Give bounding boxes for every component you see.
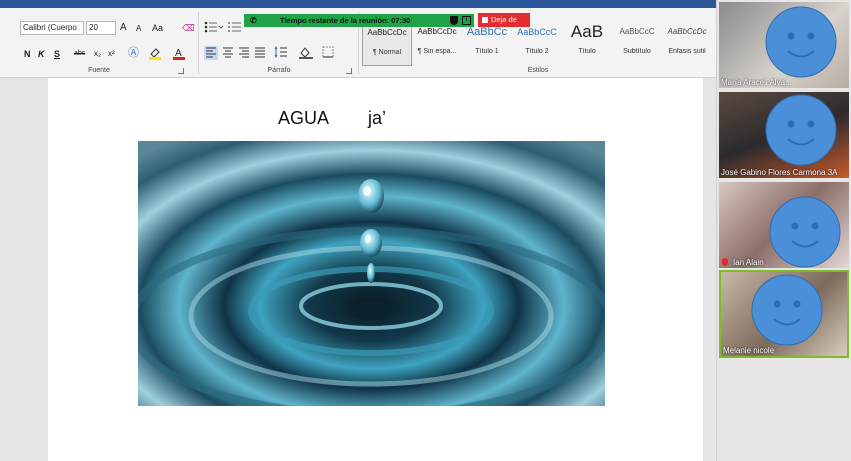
style-no-spacing[interactable]: AaBbCcDc ¶ Sin espa...: [412, 24, 462, 66]
document-title[interactable]: AGUA: [278, 108, 329, 129]
ribbon: Calibri (Cuerpo 20 A A Aa ⌫ N K S abc x₂…: [0, 0, 716, 78]
bullets-icon[interactable]: [204, 21, 224, 35]
style-name: Título 2: [525, 48, 549, 55]
participant-name: José Gabino Flores Carmona 3A: [721, 168, 838, 177]
superscript-button[interactable]: x²: [108, 47, 115, 61]
numbering-icon[interactable]: [228, 21, 242, 35]
style-subtle-emphasis[interactable]: AaBbCcDc Énfasis sutil: [662, 24, 712, 66]
style-preview: AaB: [570, 24, 604, 41]
shield-icon[interactable]: [450, 16, 458, 25]
participant-name: Melanie nicole: [723, 346, 775, 355]
line-spacing-icon[interactable]: [274, 45, 292, 60]
shrink-font-button[interactable]: A: [136, 22, 141, 36]
ribbon-tab-bar: [0, 0, 716, 8]
change-case-button[interactable]: Aa: [152, 21, 163, 35]
stop-share-button[interactable]: Deja de: [478, 13, 530, 27]
phone-icon: ✆: [250, 16, 257, 25]
style-name: Subtítulo: [623, 48, 651, 55]
participants-panel: María Araceli Alva... José Gabino Flores…: [716, 0, 851, 461]
shading-icon[interactable]: [298, 46, 314, 60]
style-title[interactable]: AaB Título: [562, 24, 612, 66]
paragraph-group-label: Párrafo: [267, 67, 291, 74]
participant-tile[interactable]: José Gabino Flores Carmona 3A: [719, 92, 849, 178]
strikethrough-button[interactable]: abc: [74, 47, 85, 61]
paragraph-dialog-launcher-icon[interactable]: [346, 68, 352, 74]
style-name: Título 1: [475, 48, 499, 55]
text-effects-icon[interactable]: Ⓐ: [128, 46, 139, 60]
align-right-icon[interactable]: [238, 46, 250, 60]
clear-format-icon[interactable]: ⌫: [182, 21, 195, 35]
document-word[interactable]: ja’: [368, 108, 386, 129]
stop-icon: [482, 17, 488, 23]
font-group: Calibri (Cuerpo 20 A A Aa ⌫ N K S abc x₂…: [0, 10, 198, 76]
participant-name: María Araceli Alva...: [721, 78, 792, 87]
style-heading-1[interactable]: AaBbCc Título 1: [462, 24, 512, 66]
italic-button[interactable]: K: [38, 47, 45, 61]
style-preview: AaBbCcC: [619, 27, 655, 36]
participant-tile[interactable]: Ian Alain: [719, 182, 849, 268]
align-left-icon[interactable]: [204, 46, 218, 60]
underline-button[interactable]: S: [54, 47, 60, 61]
bold-button[interactable]: N: [24, 47, 31, 61]
smiley-avatar-icon: [751, 274, 823, 346]
participant-tile-active-speaker[interactable]: Melanie nicole: [719, 270, 849, 358]
meeting-timer-banner: ✆ Tiempo restante de la reunión: 07:30 i: [244, 14, 474, 27]
meeting-time-remaining: Tiempo restante de la reunión: 07:30: [280, 16, 411, 25]
muted-mic-icon: [722, 258, 728, 266]
grow-font-button[interactable]: A: [120, 21, 127, 35]
smiley-avatar-icon: [765, 94, 837, 166]
style-preview: AaBbCcDc: [667, 27, 707, 36]
style-name: Énfasis sutil: [668, 48, 706, 55]
justify-icon[interactable]: [254, 46, 266, 60]
style-name: Título: [578, 48, 596, 55]
style-heading-2[interactable]: AaBbCcC Título 2: [512, 24, 562, 66]
style-normal[interactable]: AaBbCcDc ¶ Normal: [362, 24, 412, 66]
subscript-button[interactable]: x₂: [94, 47, 101, 61]
stop-share-label: Deja de: [491, 15, 517, 24]
ribbon-separator: [198, 12, 199, 74]
font-family-select[interactable]: Calibri (Cuerpo: [20, 21, 84, 35]
participant-tile[interactable]: María Araceli Alva...: [719, 2, 849, 88]
style-subtitle[interactable]: AaBbCcC Subtítulo: [612, 24, 662, 66]
font-dialog-launcher-icon[interactable]: [178, 68, 184, 74]
font-color-icon[interactable]: A: [172, 46, 186, 60]
style-name: ¶ Normal: [372, 49, 402, 56]
style-name: ¶ Sin espa...: [417, 48, 457, 55]
style-preview: AaBbCcDc: [367, 28, 407, 37]
info-icon[interactable]: i: [462, 16, 471, 25]
align-center-icon[interactable]: [222, 46, 234, 60]
smiley-avatar-icon: [769, 196, 841, 268]
participant-name: Ian Alain: [733, 258, 764, 267]
font-size-select[interactable]: 20: [86, 21, 116, 35]
styles-group-label: Estilos: [527, 67, 549, 74]
water-drop-image[interactable]: [138, 141, 605, 406]
highlight-icon[interactable]: [148, 46, 162, 60]
borders-icon[interactable]: [322, 46, 334, 60]
screen: Calibri (Cuerpo 20 A A Aa ⌫ N K S abc x₂…: [0, 0, 851, 461]
font-group-label: Fuente: [88, 67, 110, 74]
smiley-avatar-icon: [765, 6, 837, 78]
